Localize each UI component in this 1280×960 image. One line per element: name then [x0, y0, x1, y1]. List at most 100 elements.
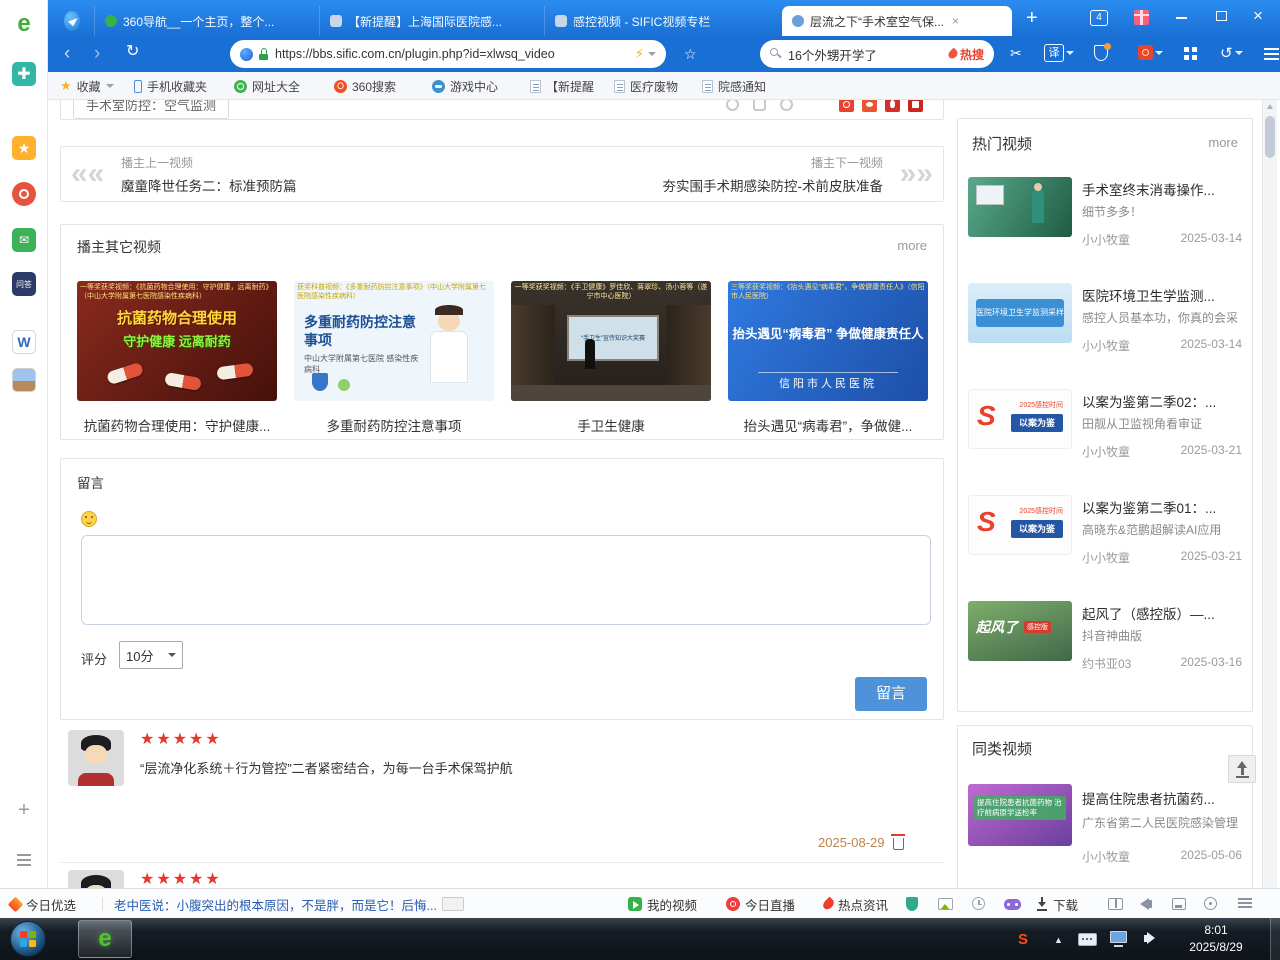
- rating-select[interactable]: 10分: [119, 641, 183, 669]
- task-list-icon[interactable]: [1238, 898, 1252, 900]
- page-scrollbar[interactable]: [1262, 100, 1277, 888]
- share-qq-icon[interactable]: [885, 100, 900, 112]
- scroll-up-icon[interactable]: [1267, 104, 1273, 109]
- tab-sific-videos[interactable]: 感控视频 - SIFIC视频专栏: [544, 6, 768, 36]
- tab-list-count-badge[interactable]: 4: [1090, 10, 1108, 26]
- word-doc-icon[interactable]: W: [12, 330, 36, 354]
- favorite-page-star-icon[interactable]: ☆: [684, 46, 697, 63]
- camera-icon[interactable]: [12, 182, 36, 206]
- accelerate-icon[interactable]: ⚡: [635, 46, 644, 62]
- bookmark-medical-waste[interactable]: 医疗废物: [614, 72, 678, 100]
- tray-sogou-icon[interactable]: S: [1018, 931, 1028, 948]
- translate-icon[interactable]: 译: [1044, 44, 1074, 62]
- daily-picks[interactable]: 今日优选: [10, 889, 76, 919]
- browser-logo-icon[interactable]: e: [12, 12, 36, 36]
- video-title[interactable]: 抬头遇见“病毒君”，争做健...: [728, 415, 928, 435]
- taskbar-clock[interactable]: 8:01 2025/8/29: [1170, 922, 1262, 956]
- search-box[interactable]: 16个外甥开学了 热搜: [760, 40, 994, 68]
- submit-comment-button[interactable]: 留言: [855, 677, 927, 711]
- plugin-icon[interactable]: ✚: [12, 62, 36, 86]
- like-icon[interactable]: [726, 100, 739, 111]
- emoji-picker-icon[interactable]: [81, 511, 97, 527]
- apps-grid-icon[interactable]: [1184, 47, 1189, 52]
- tab-360nav[interactable]: 360导航__一个主页，整个...: [94, 6, 318, 36]
- pinned-tab-navigation[interactable]: [54, 6, 90, 36]
- hot-search-label[interactable]: 热搜: [960, 46, 984, 63]
- volume-icon[interactable]: [1204, 897, 1217, 910]
- favorites-star-icon[interactable]: ★: [12, 136, 36, 160]
- undo-history-icon[interactable]: ↺: [1220, 44, 1243, 62]
- tray-monitor-icon[interactable]: [1110, 931, 1127, 943]
- bookmark-site-directory[interactable]: 网址大全: [234, 72, 300, 100]
- mute-icon[interactable]: [1140, 898, 1152, 913]
- fullscreen-icon[interactable]: [1172, 898, 1186, 910]
- taskbar-browser-button[interactable]: e: [78, 920, 132, 958]
- video-thumbnail[interactable]: 三等奖获奖视频：《抬头遇见“病毒君”，争做健康责任人》（信阳市人民医院） 抬头遇…: [728, 281, 928, 401]
- video-title[interactable]: 手卫生健康: [511, 415, 711, 435]
- hot-news-link[interactable]: 热点资讯: [824, 889, 888, 919]
- add-panel-icon[interactable]: +: [12, 798, 36, 822]
- photo-icon[interactable]: [12, 368, 36, 392]
- bookmark-game-center[interactable]: 游戏中心: [432, 72, 498, 100]
- bookmark-infection-notice[interactable]: 院感通知: [702, 72, 766, 100]
- new-tab-button[interactable]: +: [1026, 8, 1038, 28]
- tab-hospital-notice[interactable]: 【新提醒】上海国际医院感...: [319, 6, 543, 36]
- next-video-link[interactable]: 播主下一视频 夯实围手术期感染防控-术前皮肤准备: [663, 154, 884, 195]
- video-thumbnail[interactable]: 一等奖获奖视频：《手卫健康》罗佳欣、蒋翠珍、汤小蓉等（遂宁市中心医院） “手卫生…: [511, 281, 711, 401]
- bookmark-new-notice[interactable]: 【新提醒: [530, 72, 594, 100]
- tray-expand-icon[interactable]: ▲: [1054, 935, 1063, 945]
- screenshot-scissors-icon[interactable]: ✂: [1010, 45, 1022, 62]
- next-chevron-icon[interactable]: »»: [900, 159, 933, 189]
- main-menu-icon[interactable]: [1264, 48, 1279, 50]
- tab-active-laminar-flow[interactable]: 层流之下“手术室空气保... ×: [782, 6, 1012, 36]
- download-link[interactable]: 下载: [1036, 889, 1078, 919]
- clock-icon[interactable]: [972, 897, 985, 910]
- screenshot-image-icon[interactable]: [938, 898, 953, 910]
- reward-icon[interactable]: [780, 100, 793, 111]
- more-link[interactable]: more: [1208, 135, 1238, 150]
- back-icon[interactable]: ‹: [64, 44, 70, 63]
- close-button[interactable]: ×: [1253, 6, 1263, 26]
- more-link[interactable]: more: [897, 238, 927, 253]
- share-weibo-icon[interactable]: [839, 100, 854, 112]
- gift-icon[interactable]: [1134, 10, 1149, 25]
- minimize-button[interactable]: [1176, 17, 1187, 19]
- maximize-button[interactable]: [1216, 11, 1227, 21]
- bookmark-mobile-favorites[interactable]: 手机收藏夹: [134, 72, 207, 100]
- share-wechat-icon[interactable]: [862, 100, 877, 112]
- game-icon[interactable]: [1004, 899, 1021, 910]
- tray-input-method-icon[interactable]: [1078, 933, 1097, 946]
- bookmark-favorites[interactable]: ★ 收藏: [60, 72, 114, 100]
- video-thumbnail[interactable]: 获奖科普视频：《多重耐药防控注意事项》（中山大学附属第七医院感染性疾病科） 多重…: [294, 281, 494, 401]
- start-button[interactable]: [10, 921, 46, 957]
- prev-chevron-icon[interactable]: ««: [71, 159, 104, 189]
- show-desktop-button[interactable]: [1270, 918, 1280, 960]
- forward-icon[interactable]: ›: [94, 44, 100, 63]
- address-bar[interactable]: https://bbs.sific.com.cn/plugin.php?id=x…: [230, 40, 666, 68]
- back-to-top-button[interactable]: [1228, 755, 1256, 783]
- video-thumbnail[interactable]: 一等奖获奖视频：《抗菌药物合理使用：守护健康，远离耐药》（中山大学附属第七医院感…: [77, 281, 277, 401]
- security-shield-icon[interactable]: [1094, 45, 1108, 61]
- scrollbar-thumb[interactable]: [1265, 116, 1275, 158]
- safety-shield-icon[interactable]: [906, 897, 918, 911]
- address-dropdown-icon[interactable]: [648, 52, 656, 56]
- refresh-icon[interactable]: ↻: [126, 44, 139, 60]
- my-videos-link[interactable]: 我的视频: [628, 889, 697, 919]
- mail-icon[interactable]: ✉: [12, 228, 36, 252]
- live-link[interactable]: 今日直播: [726, 889, 795, 919]
- window-split-icon[interactable]: [1108, 898, 1123, 910]
- prev-video-link[interactable]: 播主上一视频 魔童降世任务二：标准预防篇: [121, 154, 297, 195]
- wallet-icon[interactable]: [1138, 45, 1163, 60]
- news-headline-link[interactable]: 老中医说：小腹突出的根本原因，不是胖，而是它！后悔...: [114, 889, 464, 919]
- delete-comment-icon[interactable]: [893, 838, 904, 850]
- qa-icon[interactable]: 问答: [12, 272, 36, 296]
- search-input[interactable]: 16个外甥开学了: [788, 45, 949, 64]
- tab-close-icon[interactable]: ×: [952, 14, 959, 28]
- video-tag[interactable]: 手术室防控：空气监测: [73, 100, 229, 119]
- comment-textarea[interactable]: [81, 535, 931, 625]
- video-title[interactable]: 抗菌药物合理使用：守护健康...: [77, 415, 277, 435]
- favorite-icon[interactable]: [753, 100, 766, 111]
- tray-speaker-icon[interactable]: [1144, 932, 1155, 947]
- share-qzone-icon[interactable]: [908, 100, 923, 112]
- video-title[interactable]: 多重耐药防控注意事项: [294, 415, 494, 435]
